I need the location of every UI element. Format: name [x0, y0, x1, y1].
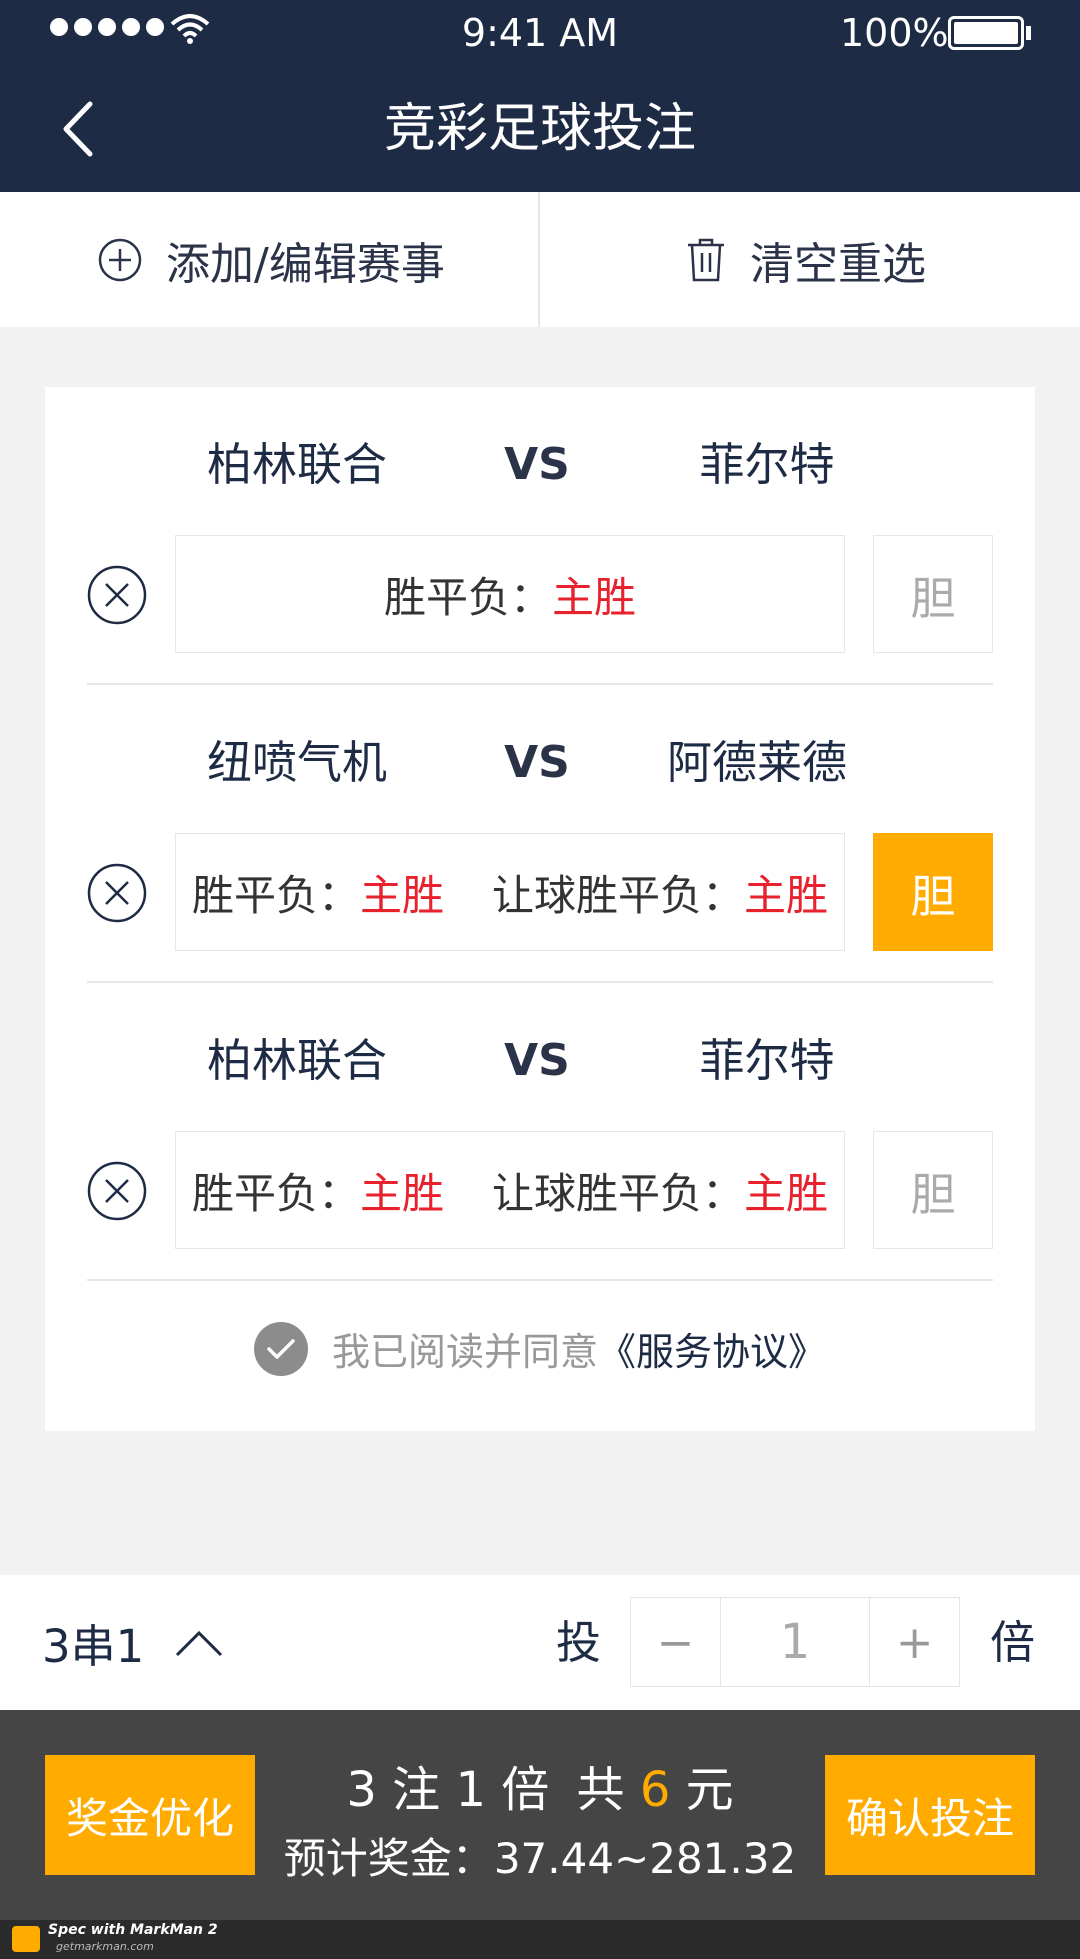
multiplier-prefix: 投	[556, 1616, 602, 1669]
add-edit-match-button[interactable]: 添加/编辑赛事	[98, 192, 445, 327]
vs-label: VS	[504, 737, 570, 788]
multiplier-bar: 3串1 投 − 1 + 倍	[0, 1575, 1080, 1710]
agreement-row: 我已阅读并同意《服务协议》	[45, 1281, 1035, 1416]
bet-item: 胜平负：主胜	[384, 564, 636, 625]
away-team: 菲尔特	[699, 438, 835, 491]
markman-logo-icon	[12, 1926, 40, 1952]
bet-type-label: 让球胜平负：	[492, 1168, 745, 1218]
match-item: 柏林联合 VS 菲尔特 胜平负：主胜 胆	[87, 387, 993, 685]
bet-item: 让球胜平负：主胜	[492, 1160, 828, 1221]
total-amount: 6	[639, 1762, 671, 1818]
bets-count: 3	[346, 1762, 377, 1818]
bet-type-label: 胜平负：	[383, 572, 552, 622]
multiplier-input[interactable]: 1	[719, 1598, 871, 1686]
decrease-button[interactable]: −	[631, 1598, 720, 1686]
away-team: 菲尔特	[699, 1034, 835, 1087]
home-team: 柏林联合	[206, 1034, 387, 1087]
page-title: 竞彩足球投注	[383, 99, 696, 159]
bet-summary: 3 注 1 倍 共 6 元	[270, 1750, 810, 1820]
footer-bar: 奖金优化 3 注 1 倍 共 6 元 预计奖金：37.44~281.32 确认投…	[0, 1710, 1080, 1920]
home-team: 纽喷气机	[206, 736, 387, 789]
spec-site: getmarkman.com	[56, 1940, 154, 1953]
times-unit: 倍	[501, 1762, 550, 1818]
bet-result: 主胜	[744, 1168, 829, 1218]
banker-toggle[interactable]: 胆	[873, 833, 993, 951]
service-agreement-link[interactable]: 《服务协议》	[598, 1330, 826, 1374]
plus-circle-icon	[98, 238, 142, 281]
match-item: 柏林联合 VS 菲尔特 胜平负：主胜 让球胜平负：主胜 胆	[87, 983, 993, 1281]
chevron-up-icon	[176, 1630, 223, 1656]
bet-selection-box[interactable]: 胜平负：主胜	[175, 535, 845, 653]
trash-icon	[688, 238, 724, 281]
remove-match-icon[interactable]	[87, 863, 147, 923]
away-team: 阿德莱德	[666, 736, 847, 789]
remove-match-icon[interactable]	[87, 1161, 147, 1221]
prize-range: 37.44~281.32	[493, 1834, 797, 1883]
status-bar: 9:41 AM 100%	[0, 0, 1080, 66]
add-edit-match-label: 添加/编辑赛事	[166, 238, 445, 290]
bet-item: 胜平负：主胜	[192, 1160, 444, 1221]
bet-item: 让球胜平负：主胜	[492, 862, 828, 923]
bet-result: 主胜	[744, 870, 829, 920]
nav-bar: 竞彩足球投注	[0, 66, 1080, 192]
toolbar-divider	[538, 192, 540, 327]
combo-label: 3串1	[42, 1620, 145, 1673]
increase-button[interactable]: +	[870, 1598, 959, 1686]
toolbar: 添加/编辑赛事 清空重选	[0, 192, 1080, 327]
combo-selector[interactable]: 3串1	[42, 1575, 224, 1710]
battery-tip	[1026, 26, 1031, 40]
prize-optimize-button[interactable]: 奖金优化	[45, 1755, 255, 1875]
bet-type-label: 胜平负：	[191, 870, 360, 920]
bets-unit: 注	[392, 1762, 441, 1818]
prize-label: 预计奖金：	[283, 1834, 494, 1883]
clear-reselect-button[interactable]: 清空重选	[686, 192, 926, 327]
remove-match-icon[interactable]	[87, 565, 147, 625]
match-item: 纽喷气机 VS 阿德莱德 胜平负：主胜 让球胜平负：主胜 胆	[87, 685, 993, 983]
bet-result: 主胜	[359, 1168, 444, 1218]
vs-label: VS	[504, 1035, 570, 1086]
battery-percent: 100%	[840, 11, 949, 55]
bet-selection-box[interactable]: 胜平负：主胜 让球胜平负：主胜	[175, 1131, 845, 1249]
vs-label: VS	[504, 439, 570, 490]
battery-icon	[948, 16, 1024, 50]
total-unit: 元	[685, 1762, 734, 1818]
total-prefix: 共	[576, 1762, 625, 1818]
banker-toggle[interactable]: 胆	[873, 535, 993, 653]
bet-type-label: 胜平负：	[191, 1168, 360, 1218]
spec-brand: Spec with MarkMan 2	[48, 1922, 218, 1938]
bet-result: 主胜	[552, 572, 637, 622]
clear-reselect-label: 清空重选	[750, 238, 926, 290]
multiplier-stepper: − 1 +	[630, 1597, 960, 1687]
agreement-text: 我已阅读并同意	[331, 1330, 598, 1374]
expected-prize: 预计奖金：37.44~281.32	[270, 1825, 810, 1886]
home-team: 柏林联合	[206, 438, 387, 491]
bet-result: 主胜	[359, 870, 444, 920]
times-count: 1	[455, 1762, 486, 1818]
banker-toggle[interactable]: 胆	[873, 1131, 993, 1249]
bet-item: 胜平负：主胜	[192, 862, 444, 923]
bet-selection-box[interactable]: 胜平负：主胜 让球胜平负：主胜	[175, 833, 845, 951]
checkmark-icon	[267, 1338, 295, 1359]
multiplier-suffix: 倍	[990, 1616, 1036, 1669]
agreement-checkbox[interactable]	[253, 1321, 308, 1376]
markman-spec-bar: Spec with MarkMan 2 getmarkman.com	[0, 1920, 1080, 1959]
confirm-bet-button[interactable]: 确认投注	[825, 1755, 1035, 1875]
match-list-card: 柏林联合 VS 菲尔特 胜平负：主胜 胆 纽喷气机 VS 阿德莱德 胜平负：主胜…	[45, 387, 1035, 1431]
bet-type-label: 让球胜平负：	[492, 870, 745, 920]
